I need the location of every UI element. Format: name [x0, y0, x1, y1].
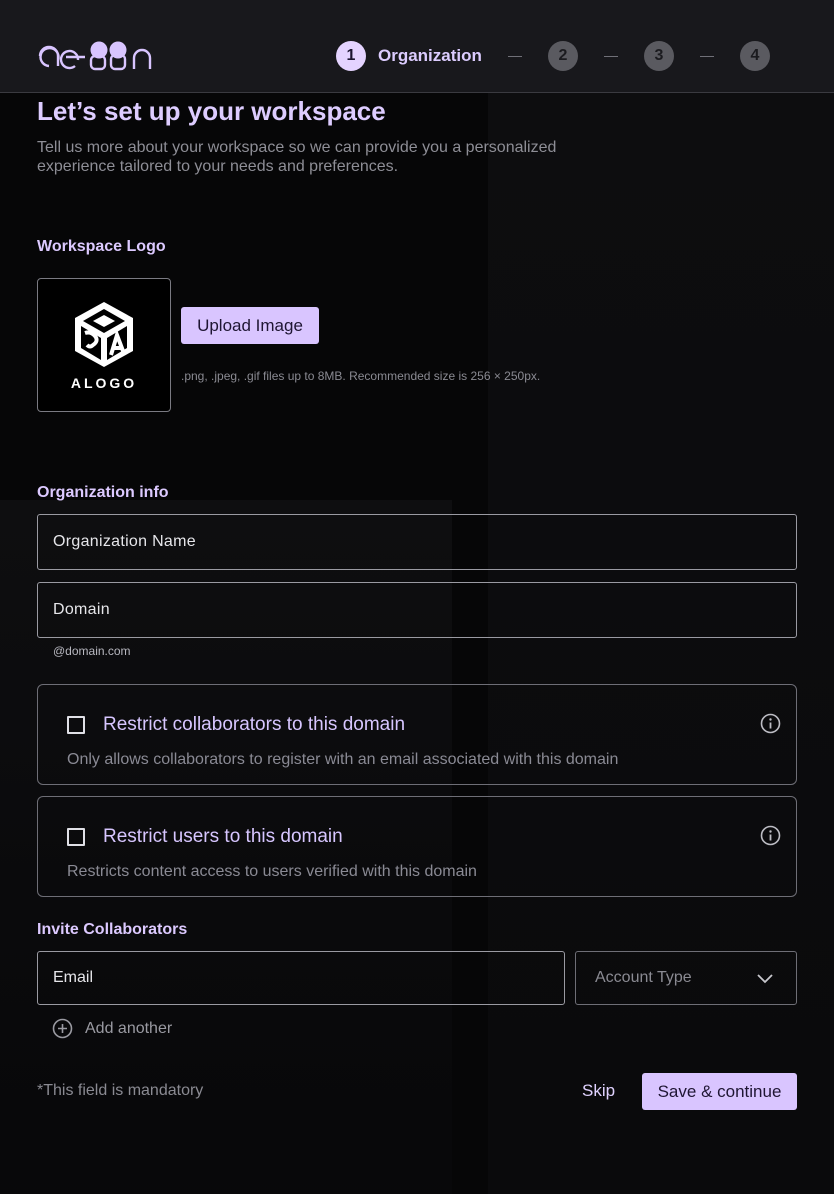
step-2-indicator[interactable]: 2: [547, 41, 578, 71]
info-icon[interactable]: [760, 825, 781, 846]
page-subtitle: Tell us more about your workspace so we …: [37, 139, 557, 175]
save-continue-button[interactable]: Save & continue: [642, 1073, 797, 1110]
domain-placeholder: Domain: [53, 601, 110, 618]
upload-image-button[interactable]: Upload Image: [181, 307, 319, 344]
workspace-logo-label: Workspace Logo: [37, 238, 166, 255]
mandatory-note: *This field is mandatory: [37, 1082, 204, 1099]
add-another-label: Add another: [85, 1019, 173, 1037]
restrict-users-title: Restrict users to this domain: [103, 826, 343, 847]
skip-button[interactable]: Skip: [582, 1081, 615, 1101]
step-separator: [507, 55, 522, 57]
organization-name-placeholder: Organization Name: [53, 533, 196, 550]
domain-input[interactable]: Domain: [37, 582, 797, 638]
page-title: Let’s set up your workspace: [37, 96, 386, 126]
add-another-button[interactable]: Add another: [52, 1018, 172, 1039]
chevron-down-icon: [757, 974, 773, 984]
step-separator: [603, 55, 618, 57]
invite-collaborators-label: Invite Collaborators: [37, 921, 188, 938]
restrict-collaborators-option: Restrict collaborators to this domain On…: [37, 684, 797, 785]
account-type-placeholder: Account Type: [595, 969, 692, 986]
organization-name-input[interactable]: Organization Name: [37, 514, 797, 570]
workspace-logo-preview[interactable]: ALOGO: [37, 278, 171, 412]
step-1-indicator[interactable]: 1: [336, 41, 366, 71]
cube-logo-icon: [75, 302, 133, 367]
restrict-collaborators-description: Only allows collaborators to register wi…: [67, 751, 619, 768]
info-icon[interactable]: [760, 713, 781, 734]
email-placeholder: Email: [53, 969, 94, 986]
restrict-users-description: Restricts content access to users verifi…: [67, 863, 477, 880]
plus-circle-icon: [52, 1018, 73, 1039]
restrict-users-option: Restrict users to this domain Restricts …: [37, 796, 797, 897]
restrict-users-checkbox[interactable]: [67, 828, 85, 846]
step-3-indicator[interactable]: 3: [643, 41, 674, 71]
progress-stepper: 1 Organization 2 3 4: [336, 41, 770, 71]
domain-hint: @domain.com: [53, 644, 131, 658]
account-type-select[interactable]: Account Type: [575, 951, 797, 1005]
collaborator-email-input[interactable]: Email: [37, 951, 565, 1005]
restrict-collaborators-checkbox[interactable]: [67, 716, 85, 734]
upload-hint: .png, .jpeg, .gif files up to 8MB. Recom…: [181, 369, 541, 383]
alogo-wordmark: ALOGO: [70, 375, 138, 391]
aeon-logo-icon: [38, 41, 152, 71]
background-panel-right: [488, 93, 834, 1194]
step-separator: [699, 55, 714, 57]
top-header: 1 Organization 2 3 4: [0, 0, 834, 93]
organization-info-label: Organization info: [37, 484, 169, 501]
step-1-label: Organization: [378, 46, 482, 65]
restrict-collaborators-title: Restrict collaborators to this domain: [103, 714, 406, 735]
step-4-indicator[interactable]: 4: [739, 41, 770, 71]
